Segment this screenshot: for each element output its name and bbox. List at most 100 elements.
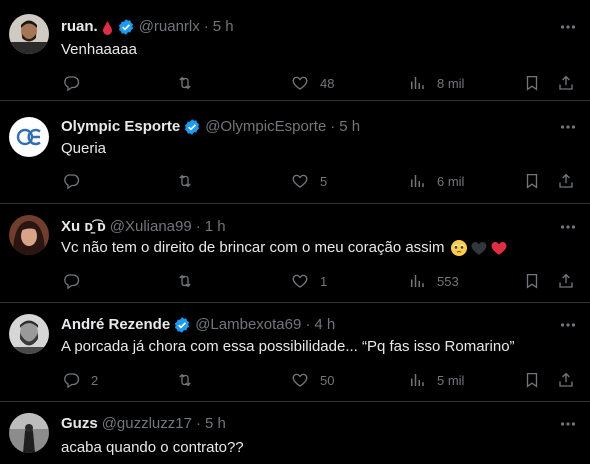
views-chart-icon [407, 171, 427, 191]
retweet-button[interactable] [175, 370, 205, 390]
like-button[interactable]: 50 [290, 370, 334, 390]
views-button[interactable]: 8 mil [407, 73, 464, 93]
reply-button[interactable]: 2 [61, 370, 98, 390]
author-name[interactable]: Olympic Esporte [61, 117, 180, 137]
views-button[interactable]: 5 mil [407, 370, 464, 390]
tweet-header: André Rezende @Lambexota69 · 4 h [61, 315, 335, 335]
tweet-text-content: Venhaaaaa [61, 41, 137, 58]
verified-badge-icon [117, 18, 135, 36]
timestamp[interactable]: 1 h [205, 217, 226, 237]
tweet-text-content: Vc não tem o direito de brincar com o me… [61, 239, 445, 256]
bookmark-button[interactable] [522, 271, 542, 291]
heart-icon [290, 73, 310, 93]
action-bar: 1 553 [0, 271, 590, 291]
reply-icon [61, 73, 81, 93]
views-button[interactable]: 6 mil [407, 171, 464, 191]
like-button[interactable]: 5 [290, 171, 327, 191]
share-button[interactable] [556, 73, 576, 93]
separator: · [203, 18, 209, 35]
retweet-icon [175, 73, 195, 93]
share-icon [556, 271, 576, 291]
bookmark-icon [522, 73, 542, 93]
retweet-button[interactable] [175, 73, 205, 93]
timestamp[interactable]: 4 h [314, 315, 335, 335]
author-handle[interactable]: @ruanrlx [139, 17, 200, 37]
retweet-icon [175, 171, 195, 191]
view-count: 553 [437, 273, 459, 289]
author-name[interactable]: ruan. [61, 17, 98, 37]
bookmark-button[interactable] [522, 171, 542, 191]
share-icon [556, 73, 576, 93]
tweet[interactable]: ruan. @ruanrlx · 5 h Venhaaaaa 48 8 mil [0, 0, 590, 101]
like-count: 5 [320, 173, 328, 189]
author-handle[interactable]: @Xuliana99 [110, 217, 192, 237]
avatar[interactable] [9, 117, 49, 157]
bookmark-button[interactable] [522, 73, 542, 93]
views-chart-icon [407, 370, 427, 390]
like-button[interactable]: 48 [290, 73, 334, 93]
tweet[interactable]: Olympic Esporte @OlympicEsporte · 5 h Qu… [0, 101, 590, 204]
tweet-text-content: Queria [61, 140, 107, 157]
author-handle[interactable]: @OlympicEsporte [205, 117, 326, 137]
bookmark-icon [522, 370, 542, 390]
separator: · [195, 415, 201, 432]
author-name[interactable]: Guzs [61, 414, 98, 434]
reply-icon [61, 171, 81, 191]
author-handle[interactable]: @guzzluzz17 [102, 414, 192, 434]
more-options-icon[interactable] [558, 414, 578, 434]
tweet-text: A porcada já chora com essa possibilidad… [61, 337, 515, 357]
tweet-text: Queria [61, 139, 106, 159]
avatar[interactable] [9, 413, 49, 453]
avatar[interactable] [9, 314, 49, 354]
black-heart-icon [470, 239, 488, 257]
tweet-text-content: A porcada já chora com essa possibilidad… [61, 338, 515, 355]
like-count: 50 [320, 372, 335, 388]
tweet[interactable]: André Rezende @Lambexota69 · 4 h A porca… [0, 303, 590, 402]
bookmark-button[interactable] [522, 370, 542, 390]
more-options-icon[interactable] [558, 17, 578, 37]
reply-count: 2 [91, 372, 99, 388]
tweet-header: ruan. @ruanrlx · 5 h [61, 17, 234, 37]
author-name[interactable]: André Rezende [61, 315, 170, 335]
separator: · [330, 118, 336, 135]
reply-button[interactable] [61, 171, 91, 191]
separator: · [195, 218, 201, 235]
avatar[interactable] [9, 215, 49, 255]
more-options-icon[interactable] [558, 315, 578, 335]
avatar[interactable] [9, 14, 49, 54]
replies-feed: ruan. @ruanrlx · 5 h Venhaaaaa 48 8 mil … [0, 0, 590, 464]
red-heart-icon [490, 239, 508, 257]
pleading-face-icon [450, 239, 468, 257]
heart-icon [290, 271, 310, 291]
share-button[interactable] [556, 171, 576, 191]
views-button[interactable]: 553 [407, 271, 459, 291]
tweet-text: Venhaaaaa [61, 40, 137, 60]
timestamp[interactable]: 5 h [339, 117, 360, 137]
tweet[interactable]: Guzs @guzzluzz17 · 5 h acaba quando o co… [0, 402, 590, 464]
more-options-icon[interactable] [558, 117, 578, 137]
like-button[interactable]: 1 [290, 271, 327, 291]
views-chart-icon [407, 271, 427, 291]
bookmark-icon [522, 171, 542, 191]
tweet[interactable]: Xu ᴅ̱͡ ᴅ @Xuliana99 · 1 h Vc não tem o d… [0, 204, 590, 303]
share-icon [556, 171, 576, 191]
share-button[interactable] [556, 370, 576, 390]
reply-icon [61, 271, 81, 291]
reply-button[interactable] [61, 271, 91, 291]
retweet-button[interactable] [175, 171, 205, 191]
author-handle[interactable]: @Lambexota69 [195, 315, 301, 335]
share-button[interactable] [556, 271, 576, 291]
timestamp[interactable]: 5 h [205, 414, 226, 434]
like-count: 1 [320, 273, 328, 289]
reply-button[interactable] [61, 73, 91, 93]
retweet-button[interactable] [175, 271, 205, 291]
author-name[interactable]: Xu ᴅ̱͡ ᴅ [61, 217, 106, 237]
timestamp[interactable]: 5 h [213, 17, 234, 37]
tweet-header: Guzs @guzzluzz17 · 5 h [61, 414, 226, 434]
action-bar: 5 6 mil [0, 171, 590, 191]
more-options-icon[interactable] [558, 217, 578, 237]
view-count: 8 mil [437, 75, 465, 91]
tweet-header: Olympic Esporte @OlympicEsporte · 5 h [61, 117, 360, 137]
bookmark-icon [522, 271, 542, 291]
action-bar: 2 50 5 mil [0, 370, 590, 390]
